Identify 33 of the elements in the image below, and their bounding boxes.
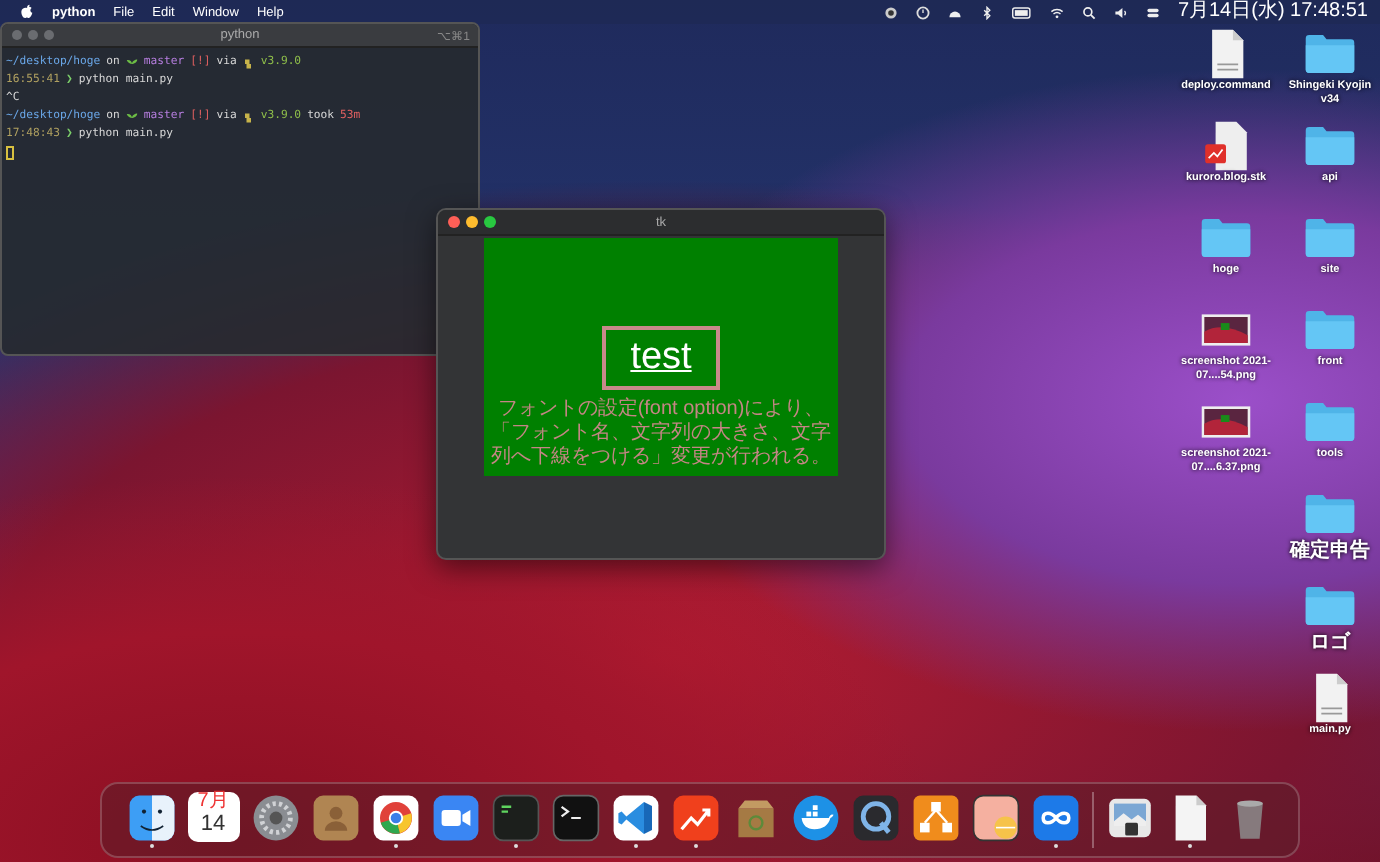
search-icon[interactable] <box>1081 5 1096 19</box>
control-center-icon[interactable] <box>1145 5 1160 19</box>
photo-viewer-app-icon[interactable] <box>1105 793 1153 841</box>
underlined-label: test <box>602 326 720 390</box>
media-player-app-icon[interactable] <box>851 793 899 841</box>
file-name: ロゴ <box>1310 632 1350 654</box>
terminal-app-icon[interactable] <box>551 793 599 841</box>
gear-app-icon[interactable] <box>251 793 299 841</box>
apple-icon[interactable] <box>20 4 34 20</box>
menu-bar-clock[interactable]: 7月14日(水) 17:48:51 <box>1177 0 1368 24</box>
bluetooth-icon[interactable] <box>979 5 994 19</box>
sprout-icon <box>125 57 138 69</box>
sprout-icon <box>125 111 138 123</box>
chart-arrow-app-icon[interactable] <box>671 793 719 841</box>
chart-file-icon[interactable] <box>1200 120 1252 172</box>
calendar-app-icon[interactable]: 7月 14 <box>187 792 239 842</box>
console-app-icon[interactable] <box>491 793 539 841</box>
wifi-icon[interactable] <box>1049 5 1064 19</box>
diagram-app-icon[interactable] <box>911 793 959 841</box>
code-editor-app-icon[interactable] <box>611 793 659 841</box>
pill-app-icon[interactable] <box>971 793 1019 841</box>
face-app-icon[interactable] <box>127 793 175 841</box>
video-camera-app-icon[interactable] <box>431 793 479 841</box>
contacts-app-icon[interactable] <box>311 793 359 841</box>
whale-app-icon[interactable] <box>791 793 839 841</box>
file-name: 確定申告 <box>1290 540 1370 562</box>
message-text: フォントの設定(font option)により、「フォント名、文字列の大きさ、文字列へ下線をつける」変更が行われる。 <box>489 398 833 470</box>
battery-icon[interactable] <box>1011 5 1032 19</box>
timer-icon[interactable] <box>915 5 930 19</box>
browser-app-icon[interactable] <box>371 793 419 841</box>
status-icon[interactable] <box>883 5 898 19</box>
volume-icon[interactable] <box>1113 5 1128 19</box>
infinity-app-icon[interactable] <box>1031 793 1079 841</box>
